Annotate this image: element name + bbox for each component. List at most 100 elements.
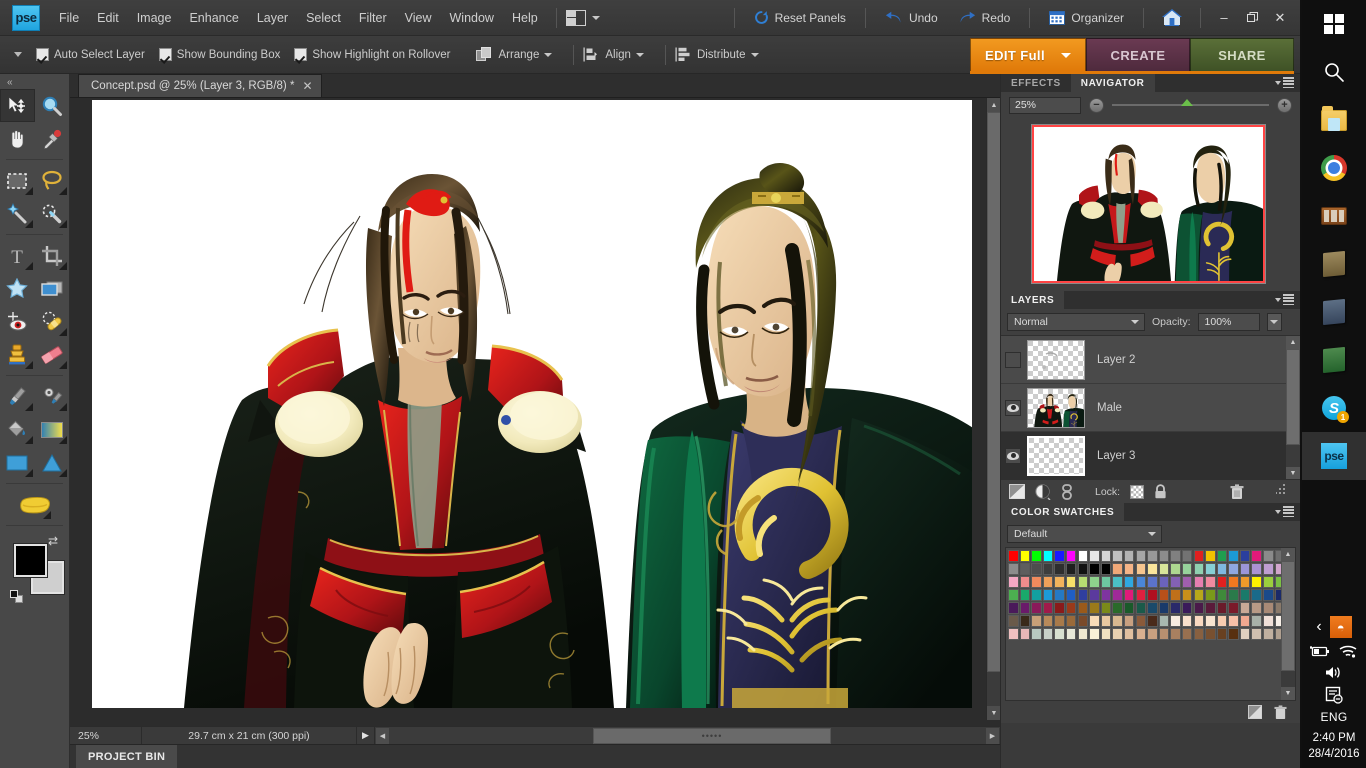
color-swatch[interactable]	[1031, 563, 1042, 575]
scroll-up-icon[interactable]: ▲	[1286, 336, 1300, 349]
type-tool[interactable]: T	[0, 239, 35, 272]
layer-visibility-toggle[interactable]	[1005, 351, 1021, 368]
color-swatch[interactable]	[1065, 550, 1077, 562]
color-swatch[interactable]	[1019, 550, 1031, 562]
color-swatch[interactable]	[1170, 602, 1181, 614]
scroll-right-icon[interactable]: ▶	[986, 727, 999, 744]
color-swatch[interactable]	[1193, 615, 1204, 627]
adjustment-layer-icon[interactable]	[1035, 484, 1051, 500]
color-swatch[interactable]	[1123, 589, 1135, 601]
color-swatch[interactable]	[1205, 602, 1216, 614]
show-bounding-box-checkbox[interactable]: Show Bounding Box	[158, 48, 280, 61]
color-swatch[interactable]	[1123, 602, 1135, 614]
color-swatch[interactable]	[1042, 589, 1054, 601]
color-swatch[interactable]	[1147, 550, 1158, 562]
layers-panel-menu-button[interactable]	[1275, 294, 1294, 306]
color-swatch[interactable]	[1216, 615, 1228, 627]
eraser-tool[interactable]	[35, 338, 70, 371]
zoom-level-field[interactable]: 25%	[70, 726, 142, 745]
color-swatch[interactable]	[1170, 615, 1181, 627]
color-swatch[interactable]	[1251, 602, 1262, 614]
color-swatch[interactable]	[1263, 615, 1274, 627]
color-swatch[interactable]	[1147, 602, 1158, 614]
hand-tool[interactable]	[0, 122, 35, 155]
color-swatch[interactable]	[1158, 563, 1170, 575]
volume-icon[interactable]	[1324, 665, 1344, 680]
magic-wand-tool[interactable]	[0, 197, 35, 230]
color-swatch[interactable]	[1181, 628, 1193, 640]
color-swatch[interactable]	[1008, 550, 1019, 562]
lasso-tool[interactable]	[35, 164, 70, 197]
color-swatch[interactable]	[1251, 628, 1262, 640]
color-swatch[interactable]	[1042, 563, 1054, 575]
zoom-slider-thumb[interactable]	[1181, 99, 1194, 106]
color-swatch[interactable]	[1193, 576, 1204, 588]
color-swatch[interactable]	[1019, 602, 1031, 614]
color-swatch[interactable]	[1100, 576, 1112, 588]
skype-button[interactable]: S 1	[1302, 384, 1366, 432]
color-swatch[interactable]	[1077, 563, 1089, 575]
swatches-scrollbar[interactable]: ▲ ▼	[1281, 548, 1295, 700]
color-swatch[interactable]	[1205, 628, 1216, 640]
menu-edit[interactable]: Edit	[88, 6, 128, 30]
color-swatch[interactable]	[1042, 628, 1054, 640]
new-swatch-icon[interactable]	[1248, 704, 1264, 720]
clone-stamp-tool[interactable]	[0, 338, 35, 371]
table-row[interactable]: Layer 3	[1001, 432, 1300, 479]
scroll-up-icon[interactable]: ▲	[1281, 548, 1295, 561]
distribute-button[interactable]: Distribute	[675, 47, 759, 62]
color-swatch[interactable]	[1181, 576, 1193, 588]
menu-file[interactable]: File	[50, 6, 88, 30]
media-player-button[interactable]	[1302, 192, 1366, 240]
color-swatch[interactable]	[1205, 550, 1216, 562]
color-swatch[interactable]	[1216, 602, 1228, 614]
color-swatch[interactable]	[1031, 602, 1042, 614]
color-swatch[interactable]	[1251, 563, 1262, 575]
zoom-out-button[interactable]: −	[1089, 97, 1104, 113]
options-expander-icon[interactable]	[14, 52, 22, 57]
color-swatch[interactable]	[1158, 602, 1170, 614]
file-explorer-button[interactable]	[1302, 96, 1366, 144]
color-swatch[interactable]	[1112, 615, 1123, 627]
color-swatch[interactable]	[1239, 550, 1251, 562]
color-swatch[interactable]	[1181, 563, 1193, 575]
healing-brush-tool[interactable]	[35, 305, 70, 338]
quick-selection-tool[interactable]	[35, 197, 70, 230]
image-canvas[interactable]	[92, 100, 972, 708]
color-swatch[interactable]	[1135, 550, 1147, 562]
layers-scrollbar[interactable]: ▲ ▼	[1286, 336, 1300, 479]
organizer-button[interactable]: Organizer	[1039, 7, 1134, 29]
color-swatch[interactable]	[1263, 602, 1274, 614]
excel-button[interactable]	[1302, 336, 1366, 384]
color-swatch[interactable]	[1181, 589, 1193, 601]
menu-select[interactable]: Select	[297, 6, 350, 30]
default-colors-icon[interactable]	[10, 590, 23, 603]
scroll-left-icon[interactable]: ◀	[376, 727, 389, 744]
color-swatch[interactable]	[1031, 589, 1042, 601]
smart-brush-tool[interactable]	[35, 380, 70, 413]
color-swatch[interactable]	[1205, 589, 1216, 601]
word-button[interactable]	[1302, 288, 1366, 336]
color-swatch[interactable]	[1054, 589, 1065, 601]
color-swatch[interactable]	[1065, 628, 1077, 640]
tab-navigator[interactable]: NAVIGATOR	[1070, 74, 1155, 92]
navigator-thumbnail[interactable]	[1031, 124, 1266, 284]
color-swatch[interactable]	[1193, 563, 1204, 575]
color-swatch[interactable]	[1112, 563, 1123, 575]
color-swatch[interactable]	[1251, 550, 1262, 562]
color-swatch[interactable]	[1054, 615, 1065, 627]
color-swatch[interactable]	[1031, 615, 1042, 627]
color-swatch[interactable]	[1239, 615, 1251, 627]
color-swatch[interactable]	[1158, 550, 1170, 562]
color-swatch[interactable]	[1147, 615, 1158, 627]
project-bin-tab[interactable]: PROJECT BIN	[76, 745, 178, 768]
color-swatch[interactable]	[1170, 563, 1181, 575]
menu-layer[interactable]: Layer	[248, 6, 297, 30]
color-swatch[interactable]	[1239, 628, 1251, 640]
color-swatch[interactable]	[1147, 628, 1158, 640]
blend-mode-select[interactable]: Normal	[1007, 313, 1145, 331]
color-swatch[interactable]	[1251, 589, 1262, 601]
color-swatch[interactable]	[1193, 589, 1204, 601]
undo-button[interactable]: Undo	[875, 7, 948, 29]
color-swatch[interactable]	[1263, 576, 1274, 588]
